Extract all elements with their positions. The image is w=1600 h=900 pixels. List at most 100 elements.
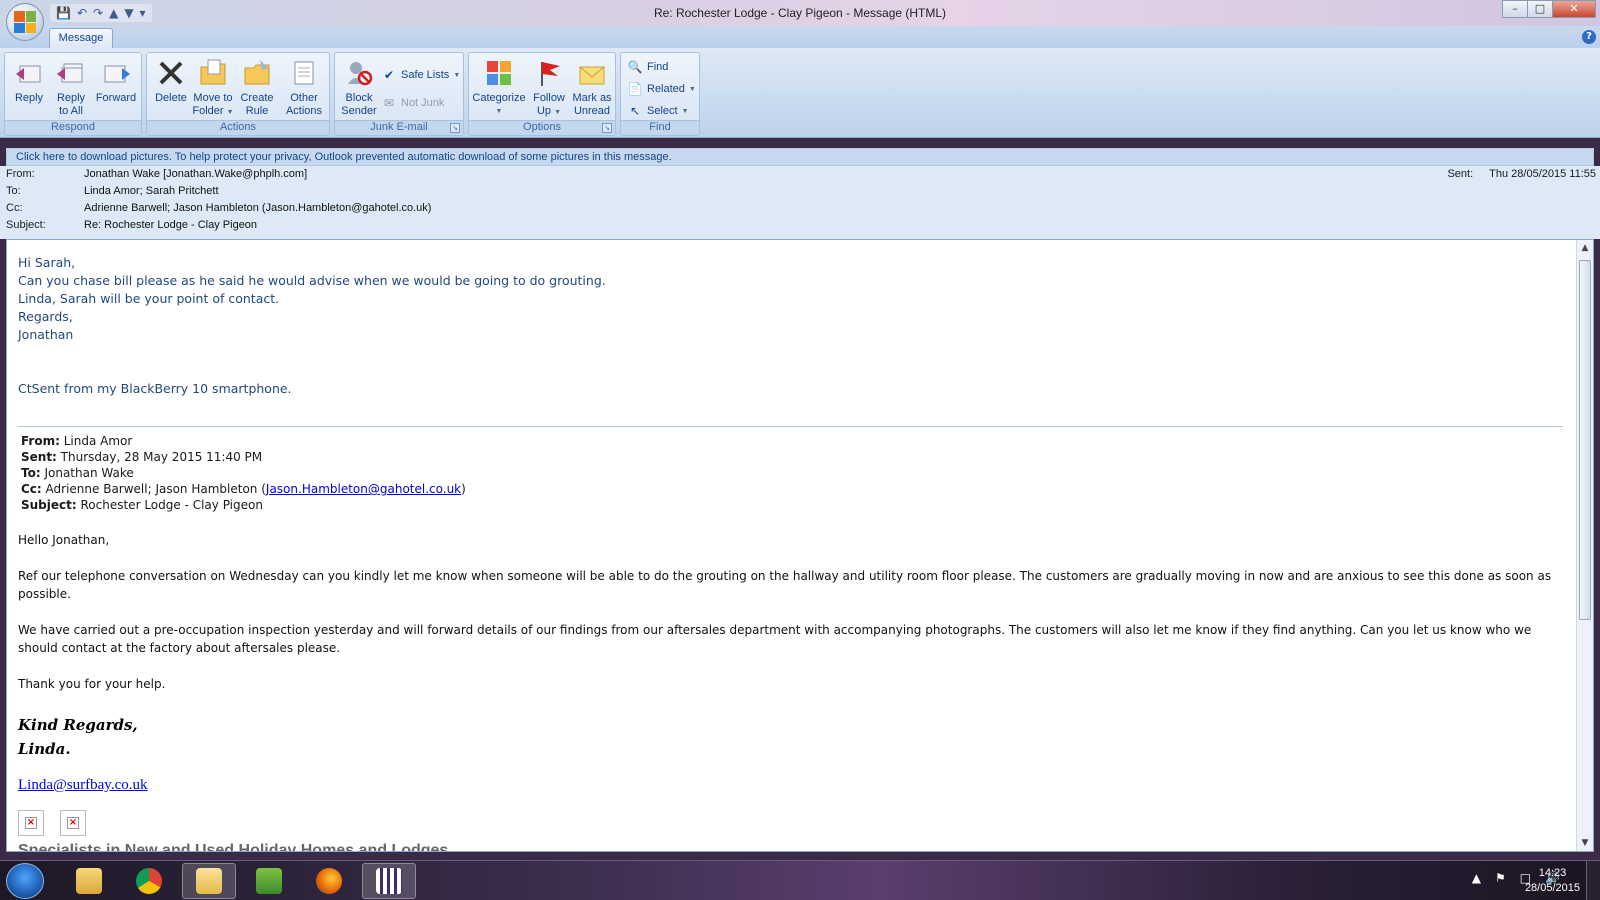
other-actions-icon bbox=[288, 57, 320, 89]
to-row: To: Linda Amor; Sarah Pritchett bbox=[6, 183, 219, 200]
create-rule-icon bbox=[241, 57, 273, 89]
system-clock[interactable]: 14:23 28/05/2015 bbox=[1525, 866, 1580, 896]
ribbon: Reply Reply to All Forward Respond Delet… bbox=[0, 48, 1600, 138]
vertical-scrollbar[interactable]: ▲ ▼ bbox=[1576, 240, 1593, 851]
office-button[interactable] bbox=[6, 3, 44, 41]
safe-lists-label: Safe Lists bbox=[401, 69, 450, 81]
greeting: Hello Jonathan, bbox=[18, 533, 110, 547]
binoculars-icon: 🔍 bbox=[627, 60, 643, 74]
reply-icon bbox=[13, 57, 45, 89]
select-button[interactable]: ↖ Select ▼ bbox=[627, 103, 689, 119]
reply-button[interactable]: Reply bbox=[9, 57, 49, 105]
options-group: Categorize ▼ Follow Up ▼ Mark as Unread … bbox=[468, 52, 616, 136]
start-button[interactable] bbox=[6, 863, 44, 899]
reply-line: Linda, Sarah will be your point of conta… bbox=[18, 291, 280, 306]
related-label: Related bbox=[647, 83, 685, 95]
paragraph: Thank you for your help. bbox=[18, 677, 166, 691]
block-sender-button[interactable]: Block Sender bbox=[339, 57, 379, 118]
scroll-thumb[interactable] bbox=[1579, 260, 1591, 620]
cursor-icon: ↖ bbox=[629, 104, 641, 118]
forward-button[interactable]: Forward bbox=[93, 57, 139, 105]
reply-all-label-2: to All bbox=[59, 105, 83, 117]
delete-button[interactable]: Delete bbox=[151, 57, 191, 105]
cc-value[interactable]: Adrienne Barwell; Jason Hambleton (Jason… bbox=[84, 200, 431, 217]
taskbar-chrome[interactable] bbox=[122, 863, 176, 899]
paragraph: Ref our telephone conversation on Wednes… bbox=[18, 569, 1552, 601]
other-actions-label-1: Other bbox=[290, 92, 318, 104]
related-button[interactable]: 📄 Related ▼ bbox=[627, 81, 696, 97]
company-tagline: Specialists in New and Used Holiday Home… bbox=[18, 842, 449, 852]
help-icon[interactable]: ? bbox=[1582, 30, 1596, 44]
ribbon-tabstrip: Message ? bbox=[0, 26, 1600, 48]
actions-group: Delete Move to Folder ▼ Create Rule Othe… bbox=[146, 52, 330, 136]
download-pictures-infobar[interactable]: Click here to download pictures. To help… bbox=[6, 148, 1594, 166]
mark-as-unread-label-1: Mark as bbox=[572, 92, 612, 104]
action-center-flag-icon[interactable]: ⚑ bbox=[1495, 871, 1506, 885]
find-label: Find bbox=[647, 61, 669, 73]
categorize-button[interactable]: Categorize ▼ bbox=[471, 57, 527, 118]
message-body[interactable]: Hi Sarah, Can you chase bill please as h… bbox=[6, 239, 1594, 852]
quoted-sent: Sent: Thursday, 28 May 2015 11:40 PM bbox=[21, 450, 263, 464]
quoted-cc: Cc: Adrienne Barwell; Jason Hambleton (J… bbox=[21, 482, 466, 496]
minimize-button[interactable]: – bbox=[1502, 0, 1528, 18]
safe-lists-button[interactable]: ✔ Safe Lists ▼ bbox=[381, 67, 460, 83]
actions-group-label: Actions bbox=[147, 120, 329, 135]
quoted-header: From: Linda Amor Sent: Thursday, 28 May … bbox=[18, 426, 1563, 513]
subject-row: Subject: Re: Rochester Lodge - Clay Pige… bbox=[6, 217, 257, 234]
paragraph: We have carried out a pre-occupation ins… bbox=[18, 623, 1532, 655]
related-icon: 📄 bbox=[627, 82, 643, 96]
subject-value: Re: Rochester Lodge - Clay Pigeon bbox=[84, 219, 258, 231]
mark-as-unread-label-2: Unread bbox=[573, 105, 611, 117]
options-group-label: Options bbox=[469, 120, 615, 135]
junk-email-group: Block Sender ✔ Safe Lists ▼ ✉ Not Junk J… bbox=[334, 52, 464, 136]
taskbar-sage[interactable] bbox=[242, 863, 296, 899]
respond-group: Reply Reply to All Forward Respond bbox=[4, 52, 142, 136]
sent-value: Thu 28/05/2015 11:55 bbox=[1489, 168, 1596, 180]
cc-email-link[interactable]: Jason.Hambleton@gahotel.co.uk bbox=[266, 482, 461, 496]
quoted-from: From: Linda Amor bbox=[21, 434, 133, 448]
move-to-folder-label-1: Move to bbox=[193, 92, 233, 104]
move-to-folder-button[interactable]: Move to Folder ▼ bbox=[191, 57, 235, 119]
reply-line: Can you chase bill please as he said he … bbox=[18, 273, 606, 288]
taskbar-outlook[interactable] bbox=[182, 863, 236, 899]
scroll-down-icon[interactable]: ▼ bbox=[1577, 835, 1593, 851]
unread-envelope-icon bbox=[576, 57, 608, 89]
from-row: From: Jonathan Wake [Jonathan.Wake@phplh… bbox=[6, 166, 307, 183]
reply-line: Regards, bbox=[18, 309, 73, 324]
forward-label: Forward bbox=[95, 92, 137, 104]
blocked-images: × × bbox=[18, 810, 1563, 836]
close-button[interactable]: ✕ bbox=[1552, 0, 1596, 18]
scroll-up-icon[interactable]: ▲ bbox=[1577, 240, 1593, 256]
reply-line: Hi Sarah, bbox=[18, 255, 76, 270]
clock-time: 14:23 bbox=[1538, 867, 1567, 879]
junk-dialog-launcher-icon[interactable]: ↘ bbox=[450, 123, 460, 133]
select-label: Select bbox=[647, 105, 678, 117]
to-value[interactable]: Linda Amor; Sarah Pritchett bbox=[84, 183, 219, 200]
blocked-image[interactable]: × bbox=[60, 810, 86, 836]
mark-as-unread-button[interactable]: Mark as Unread bbox=[569, 57, 615, 118]
signature-email-link[interactable]: Linda@surfbay.co.uk bbox=[18, 777, 147, 794]
taskbar-explorer[interactable] bbox=[62, 863, 116, 899]
taskbar-calculator[interactable] bbox=[362, 863, 416, 899]
from-value[interactable]: Jonathan Wake [Jonathan.Wake@phplh.com] bbox=[84, 166, 307, 183]
blocked-image[interactable]: × bbox=[18, 810, 44, 836]
show-desktop-button[interactable] bbox=[1586, 861, 1600, 900]
reply-all-button[interactable]: Reply to All bbox=[51, 57, 91, 118]
create-rule-label-1: Create bbox=[240, 92, 274, 104]
options-dialog-launcher-icon[interactable]: ↘ bbox=[602, 123, 612, 133]
flag-icon bbox=[533, 57, 565, 89]
cc-label: Cc: bbox=[6, 202, 23, 214]
tab-message[interactable]: Message bbox=[49, 28, 113, 48]
taskbar-firefox[interactable] bbox=[302, 863, 356, 899]
create-rule-button[interactable]: Create Rule bbox=[237, 57, 277, 118]
title-bar: 💾 ↶ ↷ ▲ ▼ ▾ Re: Rochester Lodge - Clay P… bbox=[0, 0, 1600, 26]
safe-lists-icon: ✔ bbox=[383, 68, 395, 82]
find-button[interactable]: 🔍 Find bbox=[627, 59, 669, 75]
reply-text: Hi Sarah, Can you chase bill please as h… bbox=[18, 254, 1563, 398]
reply-line: Jonathan bbox=[18, 327, 74, 342]
not-junk-button[interactable]: ✉ Not Junk bbox=[381, 95, 444, 111]
follow-up-button[interactable]: Follow Up ▼ bbox=[529, 57, 569, 119]
maximize-button[interactable]: □ bbox=[1527, 0, 1553, 18]
show-hidden-icons-icon[interactable]: ▲ bbox=[1472, 871, 1481, 885]
subject-label: Subject: bbox=[6, 219, 46, 231]
